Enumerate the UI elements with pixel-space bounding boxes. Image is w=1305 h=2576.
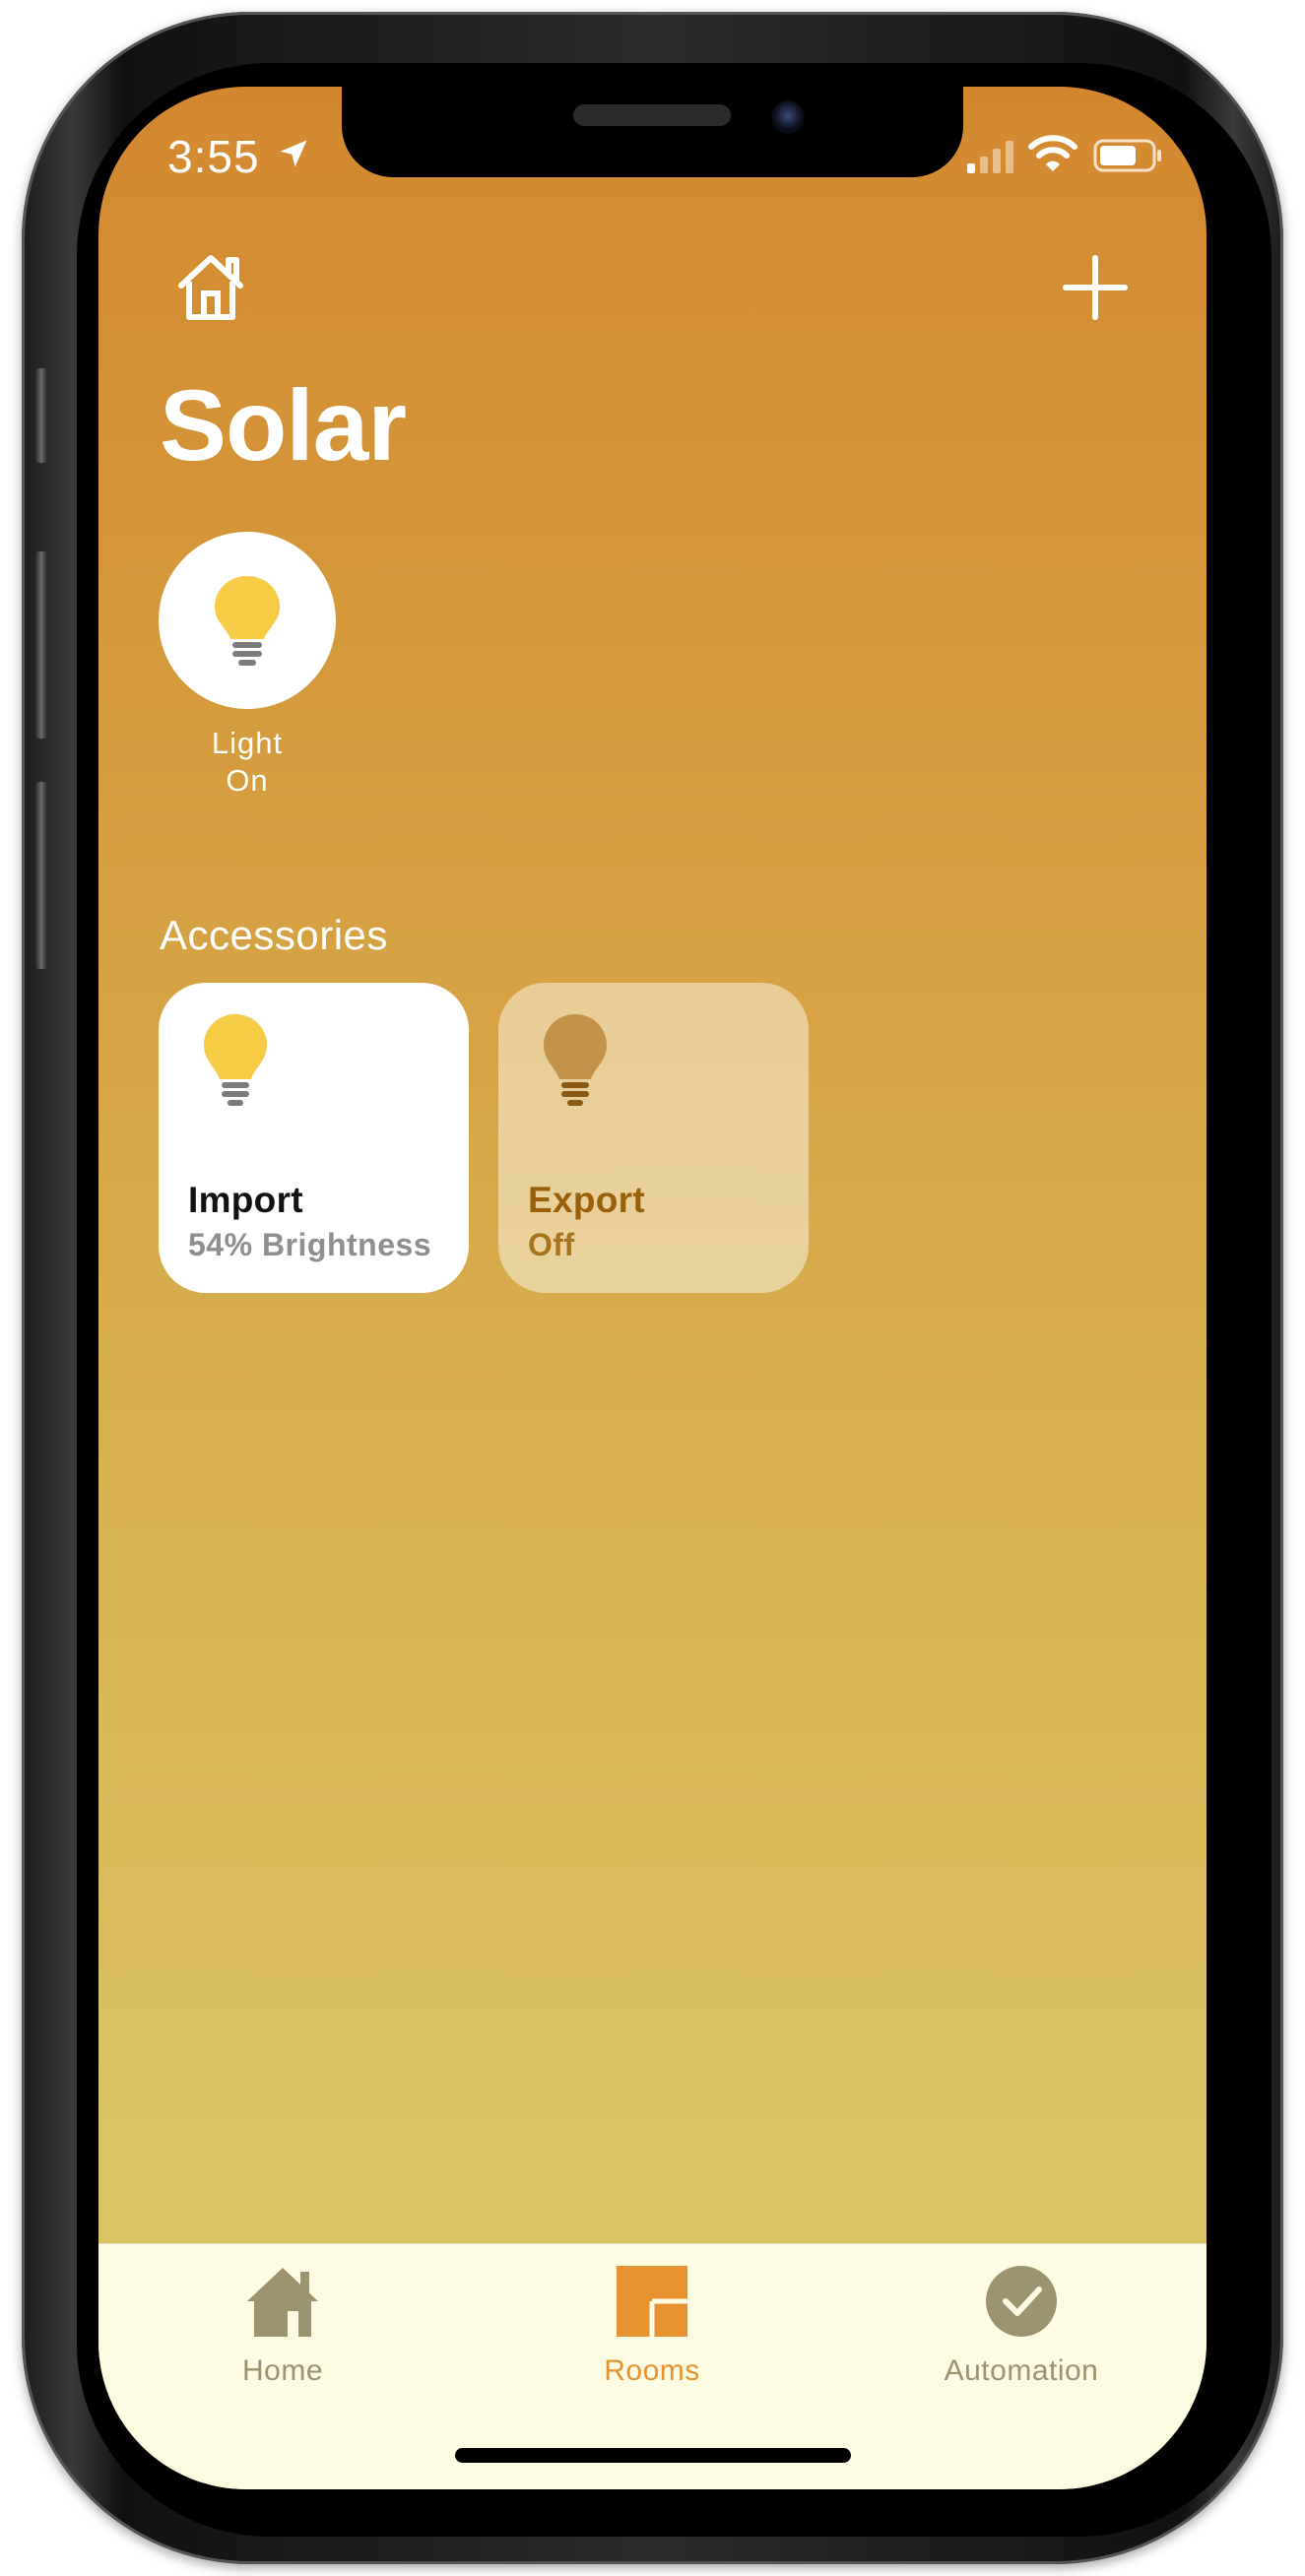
accessory-tile-import[interactable]: Import 54% Brightness [159, 983, 469, 1293]
battery-icon [1093, 139, 1161, 172]
scene-label-state: On [226, 763, 269, 798]
accessory-tile-export[interactable]: Export Off [498, 983, 809, 1293]
cellular-signal-icon [967, 141, 1013, 173]
rooms-icon [617, 2266, 687, 2337]
volume-down-button [35, 782, 47, 969]
page-title: Solar [160, 369, 407, 482]
notch [342, 87, 963, 177]
lightbulb-icon [544, 1014, 607, 1106]
tab-label: Automation [944, 2354, 1099, 2387]
tab-label: Rooms [604, 2354, 700, 2387]
home-indicator[interactable] [455, 2448, 851, 2463]
volume-up-button [35, 551, 47, 739]
silent-switch [35, 368, 47, 463]
tab-label: Home [241, 2354, 324, 2387]
scene-label: Light On [139, 725, 356, 800]
tile-status: 54% Brightness [188, 1227, 432, 1262]
scene-button-light-on[interactable] [159, 532, 336, 709]
home-icon[interactable] [173, 252, 248, 323]
house-icon [247, 2268, 318, 2337]
speaker-grille [573, 104, 731, 126]
lightbulb-icon [215, 576, 280, 666]
lightbulb-icon [204, 1014, 267, 1106]
tile-name: Export [528, 1180, 645, 1220]
front-camera [771, 100, 805, 134]
location-arrow-icon [280, 140, 307, 167]
tab-home[interactable]: Home [135, 2264, 430, 2387]
clock-check-icon [986, 2266, 1057, 2337]
tile-name: Import [188, 1180, 303, 1220]
section-title-accessories: Accessories [160, 912, 388, 958]
screen: 3:55 Solar Light On Accessories Import 5… [98, 87, 1207, 2489]
tab-automation[interactable]: Automation [874, 2264, 1169, 2387]
add-icon[interactable] [1060, 252, 1131, 323]
tab-rooms[interactable]: Rooms [504, 2264, 800, 2387]
tile-status: Off [528, 1227, 575, 1262]
status-time: 3:55 [167, 131, 260, 182]
wifi-icon [1028, 135, 1077, 171]
scene-label-name: Light [211, 726, 284, 760]
